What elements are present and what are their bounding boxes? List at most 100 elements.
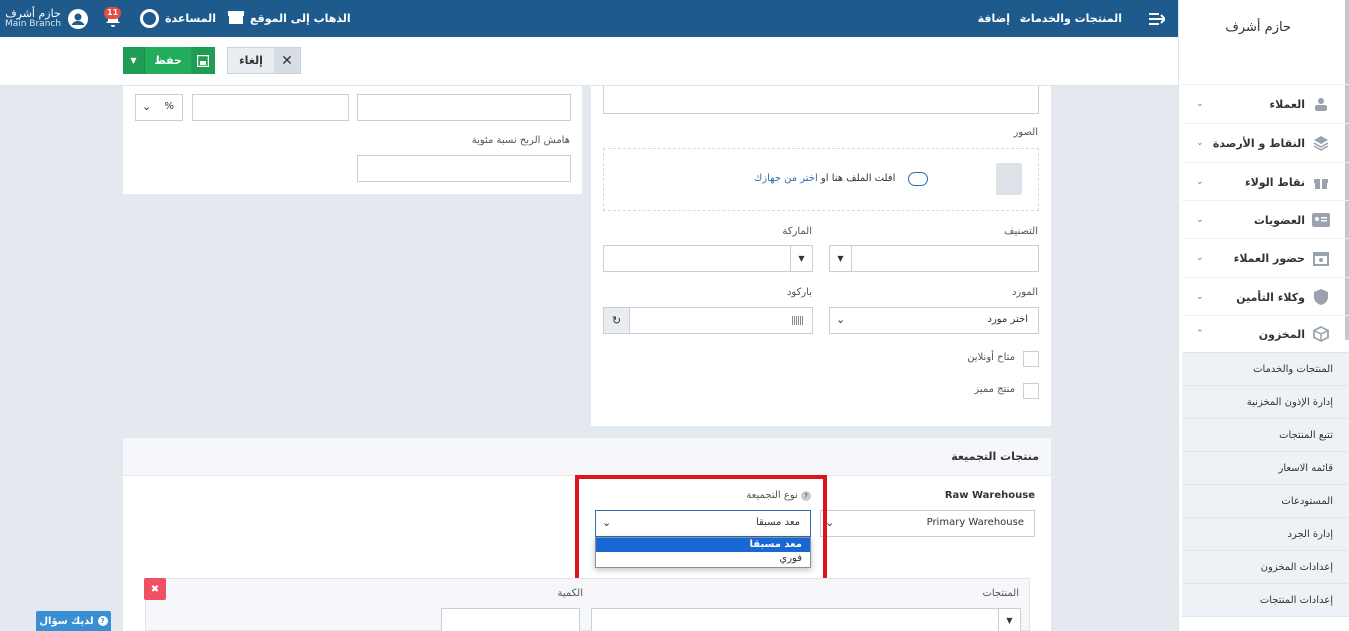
price-input[interactable] xyxy=(357,94,571,121)
discount-input[interactable] xyxy=(192,94,349,121)
percent-value: % xyxy=(164,101,174,112)
chevron-down-icon: ⌄ xyxy=(836,313,846,326)
help-label: المساعدة xyxy=(165,12,216,25)
sidebar-next-item[interactable] xyxy=(1182,616,1349,631)
sidebar-item-label: حضور العملاء xyxy=(1233,251,1305,265)
save-label: حفظ xyxy=(145,47,191,74)
description-textarea[interactable] xyxy=(603,86,1039,114)
raw-warehouse-select[interactable]: ⌄ Primary Warehouse xyxy=(820,510,1035,537)
upload-text: افلت الملف هنا او xyxy=(820,173,896,184)
sidebar-user-name: حازم أشرف xyxy=(1225,20,1291,35)
goto-site-link[interactable]: الذهاب إلى الموقع xyxy=(228,0,351,37)
barcode-input[interactable]: ↻ xyxy=(603,307,813,334)
category-select[interactable]: ▼ xyxy=(829,245,1039,272)
profit-margin-label: هامش الربح نسبة مئوية xyxy=(471,135,570,146)
sidebar-subitem-price-lists[interactable]: قائمه الاسعار xyxy=(1182,451,1349,484)
sidebar-toggle-icon[interactable] xyxy=(1144,0,1170,37)
choose-file-link[interactable]: اختر من جهازك xyxy=(754,173,818,184)
sidebar-subitem-warehouses[interactable]: المستودعات xyxy=(1182,484,1349,517)
featured-product-checkbox[interactable] xyxy=(1023,383,1039,399)
chevron-down-icon: ⌄ xyxy=(1196,99,1204,109)
calendar-icon xyxy=(1311,249,1331,267)
layers-icon xyxy=(1311,134,1331,152)
sidebar-subitem-stock-permits[interactable]: إدارة الإذون المخزنية xyxy=(1182,385,1349,418)
help-link[interactable]: المساعدة xyxy=(140,0,216,37)
supplier-label: المورد xyxy=(1011,287,1038,298)
supplier-value: اختر مورد xyxy=(987,314,1028,325)
sidebar-item-label: المخزون xyxy=(1258,327,1305,341)
avatar[interactable] xyxy=(68,0,88,37)
sidebar-item-label: العضويات xyxy=(1253,213,1305,227)
supplier-select[interactable]: ⌄ اختر مورد xyxy=(829,307,1039,334)
breadcrumb-products[interactable]: المنتجات والخدمات xyxy=(1020,0,1122,37)
chevron-down-icon: ⌄ xyxy=(1196,177,1204,187)
sidebar-item-label: نقاط الولاء xyxy=(1244,175,1305,189)
percent-select[interactable]: ⌄ % xyxy=(135,94,183,121)
quantity-label: الكمية xyxy=(557,588,583,599)
sidebar-subitem-product-tracking[interactable]: تتبع المنتجات xyxy=(1182,418,1349,451)
bundle-panel-title: منتجات التجميعة xyxy=(951,450,1039,463)
branch-name: Main Branch xyxy=(4,18,62,29)
users-icon xyxy=(1311,95,1331,113)
ask-question-button[interactable]: لديك سؤال ? xyxy=(36,611,111,631)
gift-icon xyxy=(1311,173,1331,191)
caret-down-icon[interactable]: ▼ xyxy=(123,47,145,74)
barcode-label: باركود xyxy=(786,287,812,298)
cancel-label: إلغاء xyxy=(239,54,263,67)
user-name: حازم أشرف xyxy=(5,6,61,20)
cloud-upload-icon xyxy=(908,172,928,186)
shield-icon xyxy=(1311,288,1331,306)
quantity-input[interactable] xyxy=(441,608,580,631)
sidebar-subitem-stocktaking[interactable]: إدارة الجرد xyxy=(1182,517,1349,550)
breadcrumb-separator: › xyxy=(1021,12,1026,25)
upload-instructions: افلت الملف هنا او اختر من جهازك xyxy=(754,173,895,184)
highlight-box xyxy=(575,475,827,582)
refresh-icon[interactable]: ↻ xyxy=(604,308,630,333)
sidebar-item-customers[interactable]: العملاء ⌄ xyxy=(1182,84,1349,123)
remove-row-icon[interactable]: ✖ xyxy=(144,578,166,600)
cancel-button[interactable]: إلغاء ✕ xyxy=(227,47,301,74)
sidebar-item-loyalty[interactable]: نقاط الولاء ⌄ xyxy=(1182,162,1349,201)
save-button[interactable]: ▼ حفظ xyxy=(123,47,215,74)
box-icon xyxy=(1311,325,1331,343)
available-online-checkbox[interactable] xyxy=(1023,351,1039,367)
sidebar-subitem-product-settings[interactable]: إعدادات المنتجات xyxy=(1182,583,1349,616)
question-icon: ? xyxy=(97,616,108,626)
user-menu[interactable]: حازم أشرف Main Branch xyxy=(4,0,62,37)
image-dropzone[interactable]: افلت الملف هنا او اختر من جهازك xyxy=(603,148,1039,211)
image-file-icon xyxy=(996,163,1022,195)
sidebar-item-insurance[interactable]: وكلاء التأمين ⌄ xyxy=(1182,277,1349,316)
sidebar-item-memberships[interactable]: العضويات ⌄ xyxy=(1182,200,1349,239)
store-icon xyxy=(228,10,244,27)
category-label: التصنيف xyxy=(1004,226,1038,237)
caret-down-icon: ▼ xyxy=(790,246,812,271)
lifebuoy-icon xyxy=(140,9,159,28)
chevron-down-icon: ⌄ xyxy=(142,100,152,113)
sidebar-item-label: النقاط و الأرصدة xyxy=(1212,136,1305,150)
brand-select[interactable]: ▼ xyxy=(603,245,813,272)
chevron-down-icon: ⌄ xyxy=(1196,138,1204,148)
chevron-down-icon: ⌄ xyxy=(1196,215,1204,225)
bundle-panel-header: منتجات التجميعة xyxy=(123,438,1051,476)
profit-margin-input[interactable] xyxy=(357,155,571,182)
help-button-label: لديك سؤال xyxy=(39,615,94,627)
images-label: الصور xyxy=(1013,127,1039,138)
breadcrumb-add: إضافة xyxy=(977,12,1010,25)
caret-down-icon: ▼ xyxy=(998,609,1020,631)
floppy-icon xyxy=(191,47,215,74)
available-online-label: متاح أونلاين xyxy=(967,352,1015,363)
products-label: المنتجات xyxy=(982,588,1019,599)
sidebar-item-points[interactable]: النقاط و الأرصدة ⌄ xyxy=(1182,123,1349,162)
top-bar: المنتجات والخدمات › إضافة الذهاب إلى الم… xyxy=(0,0,1178,37)
sidebar: حازم أشرف العملاء ⌄ النقاط و الأرصدة ⌄ ن… xyxy=(1178,0,1349,631)
brand-label: الماركة xyxy=(782,226,812,237)
sidebar-subitem-products[interactable]: المنتجات والخدمات xyxy=(1182,352,1349,385)
caret-down-icon: ▼ xyxy=(830,246,852,271)
chevron-down-icon: ⌄ xyxy=(1196,253,1204,263)
sidebar-item-attendance[interactable]: حضور العملاء ⌄ xyxy=(1182,238,1349,277)
sidebar-subitem-inventory-settings[interactable]: إعدادات المخزون xyxy=(1182,550,1349,583)
sidebar-item-inventory[interactable]: المخزون ⌃ xyxy=(1182,315,1349,352)
product-select[interactable]: ▼ xyxy=(591,608,1021,631)
chevron-up-icon: ⌃ xyxy=(1196,329,1204,339)
close-icon: ✕ xyxy=(274,48,300,73)
